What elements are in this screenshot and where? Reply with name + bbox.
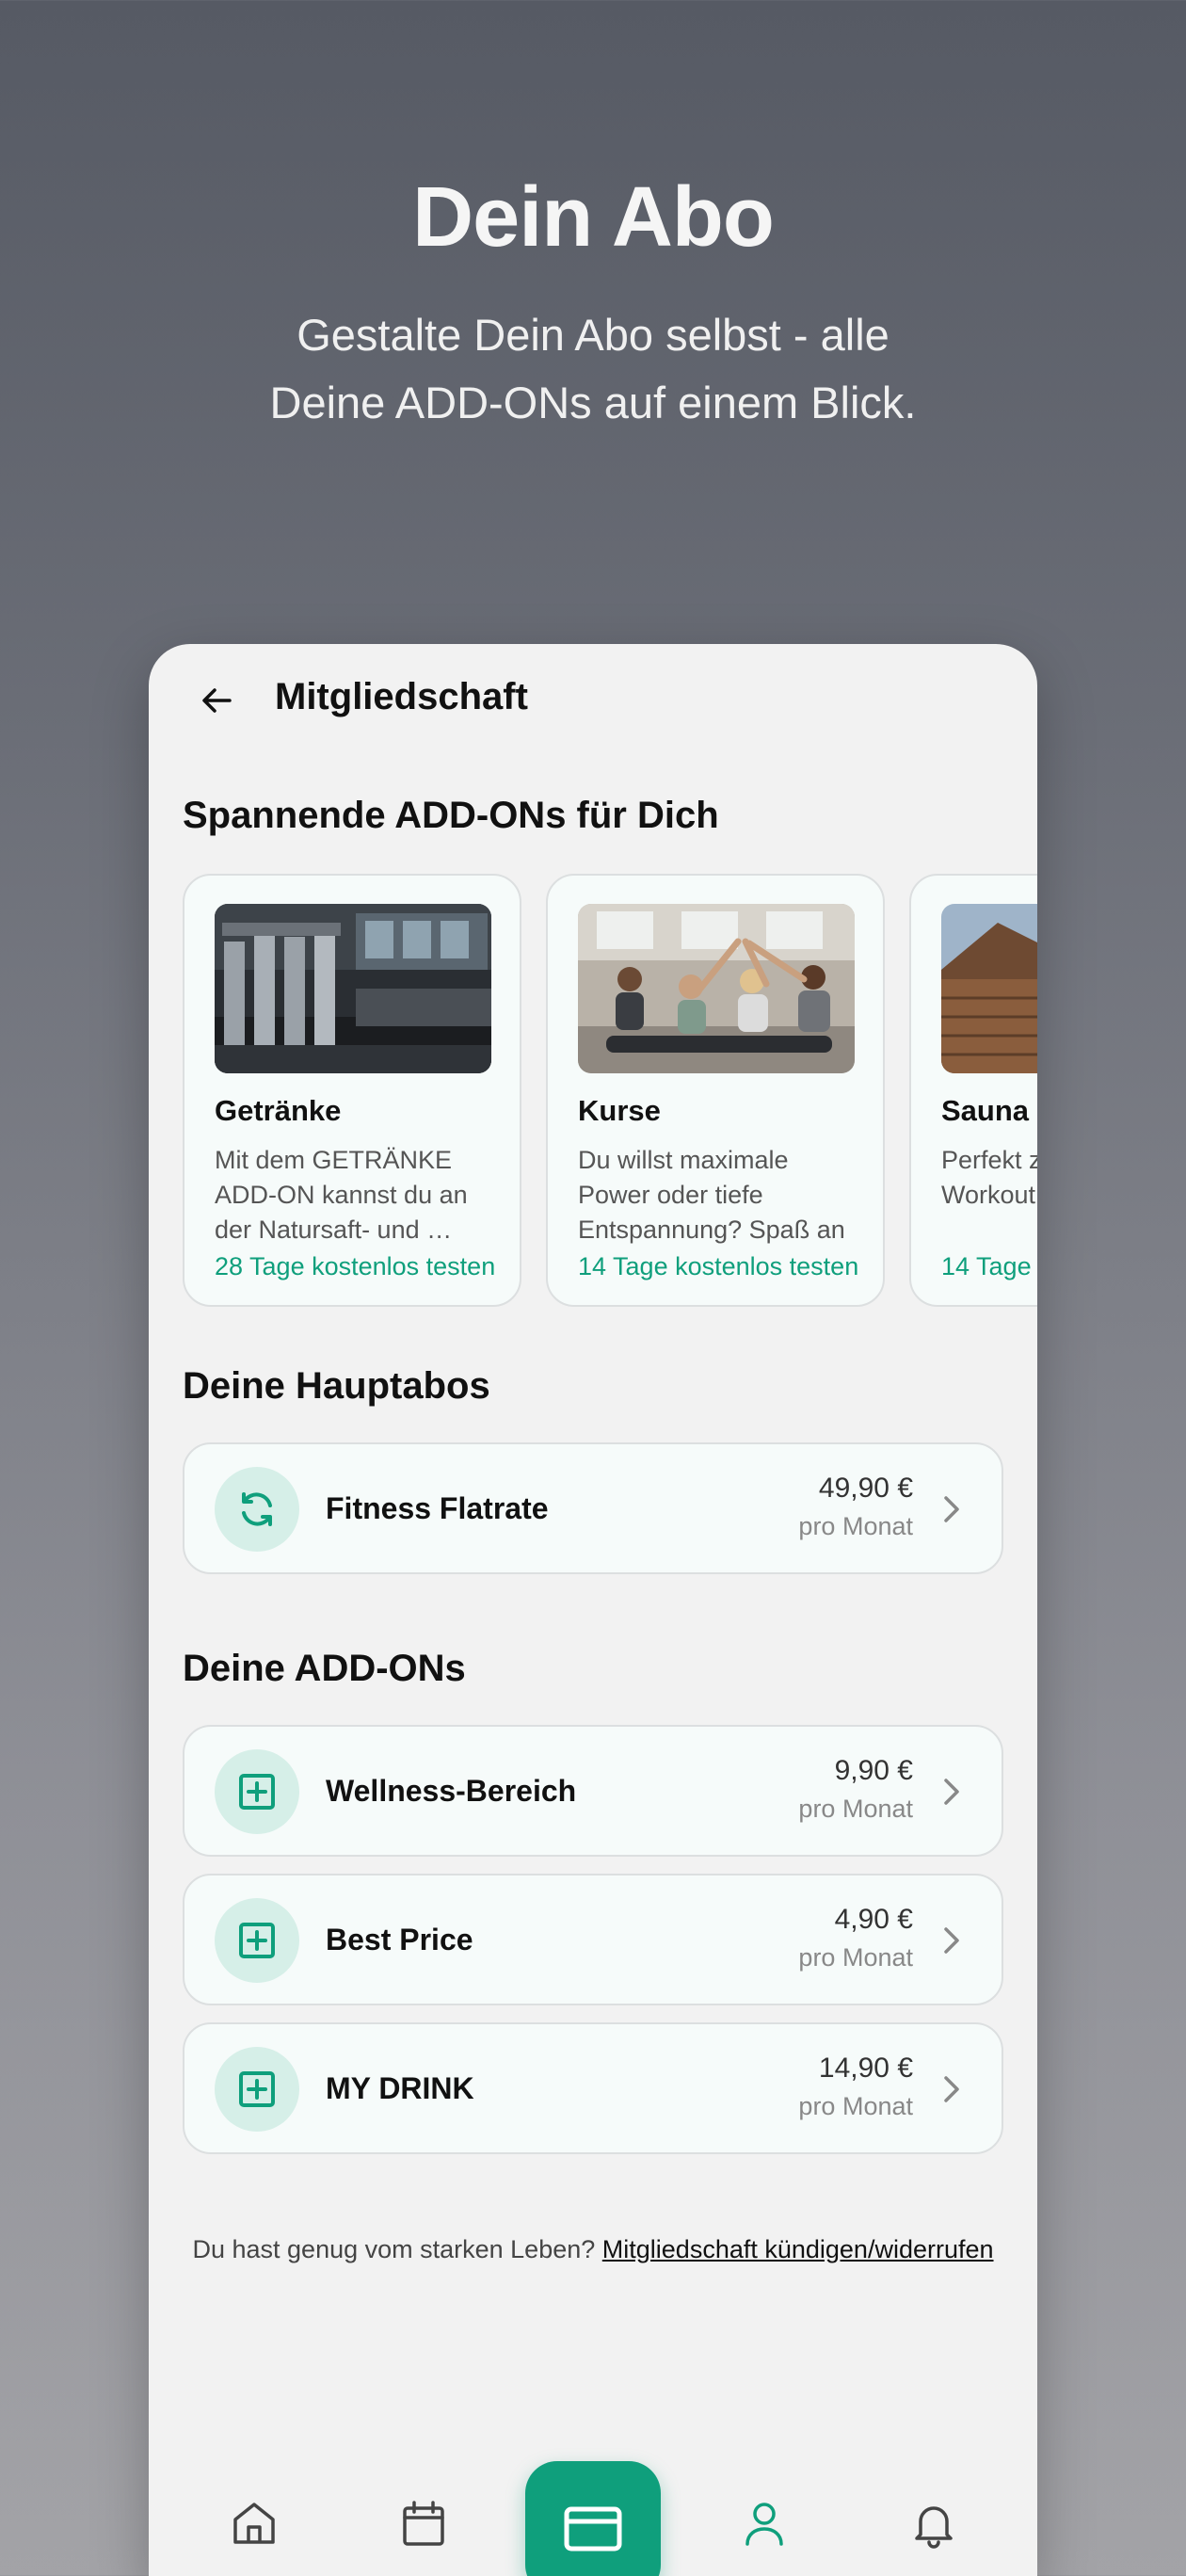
card-trial-link[interactable]: 14 Tage kostenlos testen — [578, 1252, 858, 1281]
addon-name: Wellness-Bereich — [326, 1774, 577, 1808]
cancel-membership-link[interactable]: Mitgliedschaft kündigen/widerrufen — [602, 2235, 994, 2263]
arrow-left-icon[interactable] — [198, 682, 235, 719]
addon-name: MY DRINK — [326, 2071, 474, 2105]
addon-card-getraenke[interactable]: Getränke Mit dem GETRÄNKE ADD-ON kannst … — [183, 874, 521, 1307]
card-description: Mit dem GETRÄNKE ADD-ON kannst du an der… — [215, 1146, 468, 1244]
card-description: Perfekt z nach eine Workout — [941, 1146, 1037, 1209]
card-icon — [564, 2506, 622, 2552]
addon-card-sauna[interactable]: Sauna & Perfekt z nach eine Workout 14 T… — [909, 874, 1037, 1307]
card-image-drinks-station — [215, 904, 491, 1073]
page-title: Mitgliedschaft — [275, 676, 528, 717]
addon-price: 4,90 € — [834, 1904, 913, 1935]
addon-item-my-drink[interactable]: MY DRINK 14,90 € pro Monat — [183, 2022, 1003, 2154]
addon-item-best-price[interactable]: Best Price 4,90 € pro Monat — [183, 1874, 1003, 2005]
plus-square-icon — [239, 2071, 275, 2107]
addon-price: 14,90 € — [818, 2053, 913, 2084]
cancel-membership-text: Du hast genug vom starken Leben? — [192, 2235, 602, 2263]
plus-square-icon-badge — [215, 1898, 299, 1983]
plus-square-icon — [239, 1774, 275, 1810]
addon-name: Best Price — [326, 1923, 473, 1956]
subscription-price: 49,90 € — [818, 1473, 913, 1504]
card-title: Sauna & — [941, 1094, 1037, 1127]
addon-period: pro Monat — [798, 1943, 913, 1972]
subscription-name: Fitness Flatrate — [326, 1491, 549, 1525]
card-trial-link[interactable]: 28 Tage kostenlos testen — [215, 1252, 495, 1281]
bottom-navigation — [149, 2395, 1037, 2576]
hero-title: Dein Abo — [412, 170, 775, 265]
plus-square-icon-badge — [215, 2047, 299, 2132]
addon-cards-carousel[interactable]: Getränke Mit dem GETRÄNKE ADD-ON kannst … — [183, 874, 1037, 1311]
addon-item-wellness[interactable]: Wellness-Bereich 9,90 € pro Monat — [183, 1725, 1003, 1857]
chevron-right-icon — [944, 1496, 959, 1522]
addon-price: 9,90 € — [834, 1755, 913, 1786]
user-icon[interactable] — [738, 2497, 791, 2550]
plus-square-icon-badge — [215, 1749, 299, 1834]
refresh-icon — [242, 1492, 272, 1526]
refresh-icon-badge — [215, 1467, 299, 1552]
addon-period: pro Monat — [798, 1795, 913, 1823]
card-description: Du willst maximale Power oder tiefe Ents… — [578, 1146, 845, 1244]
phone-screen: Mitgliedschaft Spannende ADD-ONs für Dic… — [149, 644, 1037, 2576]
hero-subtitle-line-2: Deine ADD-ONs auf einem Blick. — [269, 378, 917, 427]
main-subscriptions-title: Deine Hauptabos — [183, 1365, 490, 1407]
chevron-right-icon — [944, 2076, 959, 2102]
bell-icon[interactable] — [907, 2497, 960, 2550]
hero-subtitle-line-1: Gestalte Dein Abo selbst - alle — [296, 310, 890, 360]
top-bar: Mitgliedschaft — [149, 644, 1037, 757]
card-title: Getränke — [215, 1094, 342, 1127]
membership-card-nav-button[interactable] — [525, 2461, 661, 2576]
subscription-item-fitness-flatrate[interactable]: Fitness Flatrate 49,90 € pro Monat — [183, 1442, 1003, 1574]
addon-card-kurse[interactable]: Kurse Du willst maximale Power oder tief… — [546, 874, 885, 1307]
addon-period: pro Monat — [798, 2092, 913, 2120]
addons-section-title: Spannende ADD-ONs für Dich — [183, 795, 719, 836]
calendar-icon[interactable] — [397, 2497, 450, 2550]
card-image-sauna-hut — [941, 904, 1037, 1073]
card-title: Kurse — [578, 1094, 661, 1127]
my-addons-title: Deine ADD-ONs — [183, 1648, 466, 1689]
cancel-membership-line: Du hast genug vom starken Leben? Mitglie… — [149, 2235, 1037, 2264]
subscription-period: pro Monat — [798, 1512, 913, 1540]
plus-square-icon — [239, 1923, 275, 1958]
card-trial-link[interactable]: 14 Tage k — [941, 1252, 1037, 1281]
home-icon[interactable] — [228, 2497, 280, 2550]
chevron-right-icon — [944, 1779, 959, 1805]
hero-subtitle: Gestalte Dein Abo selbst - alle Deine AD… — [141, 301, 1045, 437]
card-image-group-highfive — [578, 904, 855, 1073]
chevron-right-icon — [944, 1927, 959, 1954]
